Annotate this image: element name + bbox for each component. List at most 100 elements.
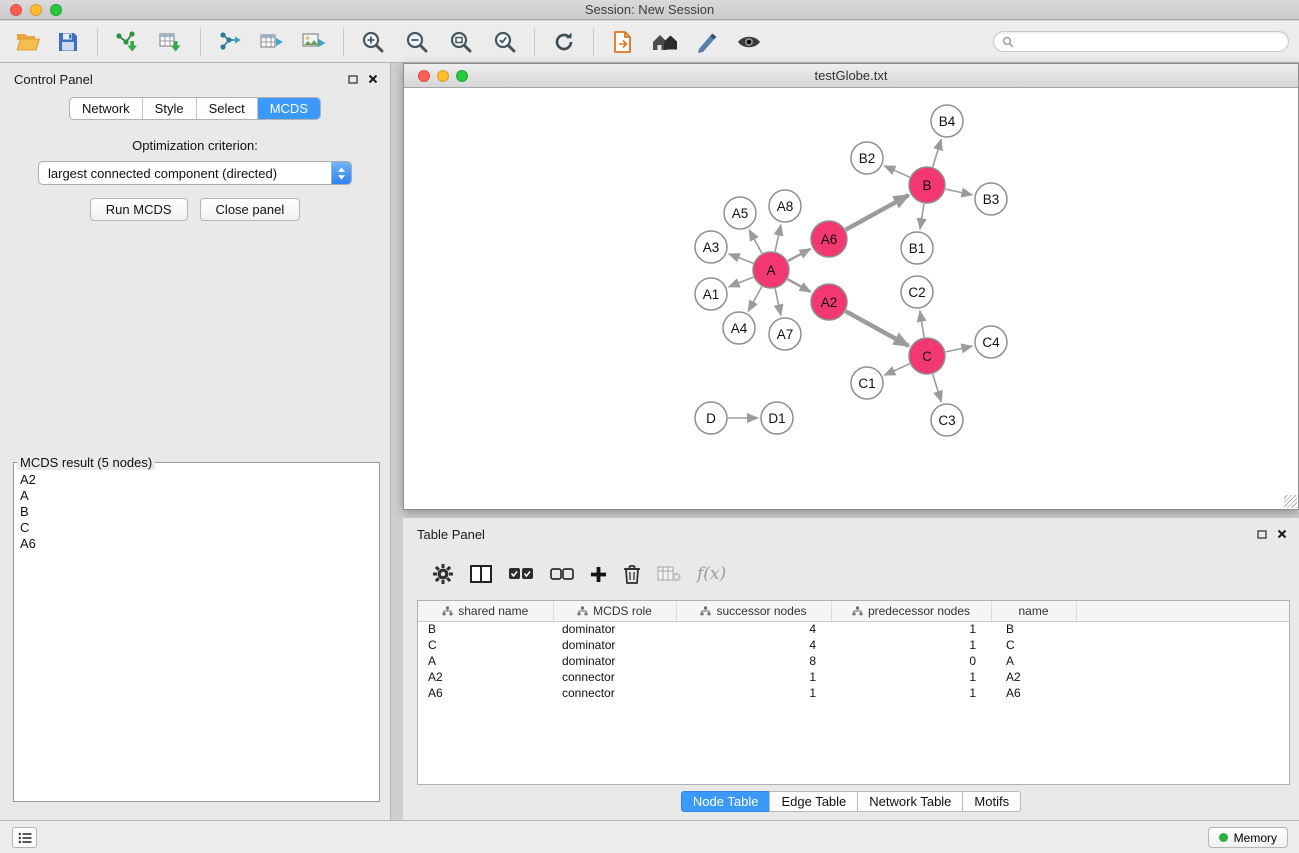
tab-network-table[interactable]: Network Table [857,791,963,812]
graph-node[interactable]: C1 [851,367,883,399]
table-row[interactable]: Bdominator41B [418,621,1289,637]
export-network-button[interactable] [212,24,248,60]
table-cell[interactable]: connector [553,685,676,701]
table-cell[interactable]: 8 [676,653,831,669]
export-image-button[interactable] [296,24,332,60]
table-cell[interactable]: B [991,621,1076,637]
apply-style-button[interactable] [689,24,725,60]
graph-edge[interactable] [749,230,762,254]
tab-motifs[interactable]: Motifs [962,791,1021,812]
run-mcds-button[interactable]: Run MCDS [90,198,188,221]
tab-style[interactable]: Style [142,98,196,119]
table-cell[interactable]: A [991,653,1076,669]
column-header-predecessor-nodes[interactable]: predecessor nodes [831,601,991,621]
graph-edge[interactable] [788,249,811,261]
network-canvas[interactable]: B4B2BB3A5A8A6B1A3AC2A1A2A4A7C4CC1C3DD1 [404,88,1298,509]
graph-node[interactable]: C3 [931,404,963,436]
show-columns-button[interactable] [470,565,492,583]
table-cell[interactable]: 1 [831,669,991,685]
save-session-button[interactable] [50,24,86,60]
table-settings-button[interactable] [432,563,454,585]
table-cell[interactable]: dominator [553,637,676,653]
export-table-button[interactable] [254,24,290,60]
minimize-network-window-button[interactable] [437,70,449,82]
table-cell[interactable]: 1 [831,685,991,701]
graph-node[interactable]: D [695,402,727,434]
graph-node[interactable]: B4 [931,105,963,137]
zoom-in-button[interactable] [355,24,391,60]
graph-edge[interactable] [775,225,781,252]
graph-edge[interactable] [729,254,754,263]
function-builder-button[interactable]: f(x) [697,564,726,584]
table-cell[interactable]: dominator [553,621,676,637]
table-cell[interactable]: A6 [418,685,553,701]
graph-edge[interactable] [748,287,762,312]
column-header-shared-name[interactable]: shared name [418,601,553,621]
graph-edge[interactable] [946,346,973,352]
tab-node-table[interactable]: Node Table [681,791,771,812]
table-cell[interactable]: B [418,621,553,637]
graph-edge[interactable] [775,289,781,316]
graph-edge[interactable] [846,195,909,230]
minimize-app-button[interactable] [30,4,42,16]
table-row[interactable]: A6connector11A6 [418,685,1289,701]
column-header-mcds-role[interactable]: MCDS role [553,601,676,621]
open-session-button[interactable] [10,24,46,60]
import-table-button[interactable] [153,24,189,60]
table-cell[interactable]: A2 [991,669,1076,685]
graph-node[interactable]: C2 [901,276,933,308]
graph-edge[interactable] [846,311,909,346]
close-network-window-button[interactable] [418,70,430,82]
graph-edge[interactable] [729,277,754,287]
graph-edge[interactable] [788,279,811,292]
graph-edge[interactable] [933,374,942,402]
table-row[interactable]: A2connector11A2 [418,669,1289,685]
graph-node[interactable]: C4 [975,326,1007,358]
table-cell[interactable]: A2 [418,669,553,685]
column-header-successor-nodes[interactable]: successor nodes [676,601,831,621]
graph-node[interactable]: B3 [975,183,1007,215]
table-cell[interactable]: A [418,653,553,669]
deselect-all-rows-button[interactable] [550,568,574,581]
table-cell[interactable]: 1 [676,669,831,685]
zoom-app-button[interactable] [50,4,62,16]
search-box[interactable] [993,31,1289,52]
graph-node[interactable]: D1 [761,402,793,434]
graph-node[interactable]: B2 [851,142,883,174]
graph-edge[interactable] [946,189,973,195]
table-cell[interactable]: 1 [831,637,991,653]
graph-edge[interactable] [920,311,924,337]
graph-edge[interactable] [884,166,909,177]
tab-network[interactable]: Network [70,98,142,119]
table-cell[interactable]: 4 [676,637,831,653]
table-row[interactable]: Cdominator41C [418,637,1289,653]
tab-edge-table[interactable]: Edge Table [769,791,858,812]
refresh-button[interactable] [546,24,582,60]
graph-node[interactable]: A7 [769,318,801,350]
table-cell[interactable]: dominator [553,653,676,669]
table-cell[interactable]: C [418,637,553,653]
table-cell[interactable]: 1 [676,685,831,701]
mcds-result-item[interactable]: B [20,504,373,520]
mcds-result-item[interactable]: A [20,488,373,504]
copy-view-button[interactable] [605,24,641,60]
delete-column-button[interactable] [623,564,641,584]
memory-button[interactable]: Memory [1208,827,1288,848]
zoom-network-window-button[interactable] [456,70,468,82]
graph-node[interactable]: A2 [811,284,847,320]
add-column-button[interactable] [590,566,607,583]
close-control-panel-button[interactable] [368,74,378,84]
network-window-titlebar[interactable]: testGlobe.txt [404,64,1298,88]
tab-select[interactable]: Select [196,98,257,119]
table-cell[interactable]: A6 [991,685,1076,701]
mcds-result-item[interactable]: A6 [20,536,373,552]
table-row[interactable]: Adominator80A [418,653,1289,669]
table-cell[interactable]: connector [553,669,676,685]
show-hide-button[interactable] [731,24,767,60]
undock-control-panel-button[interactable] [348,75,358,84]
search-input[interactable] [1019,35,1280,49]
table-cell[interactable]: 4 [676,621,831,637]
table-cell[interactable]: 1 [831,621,991,637]
tab-mcds[interactable]: MCDS [257,98,320,119]
zoom-fit-button[interactable] [443,24,479,60]
